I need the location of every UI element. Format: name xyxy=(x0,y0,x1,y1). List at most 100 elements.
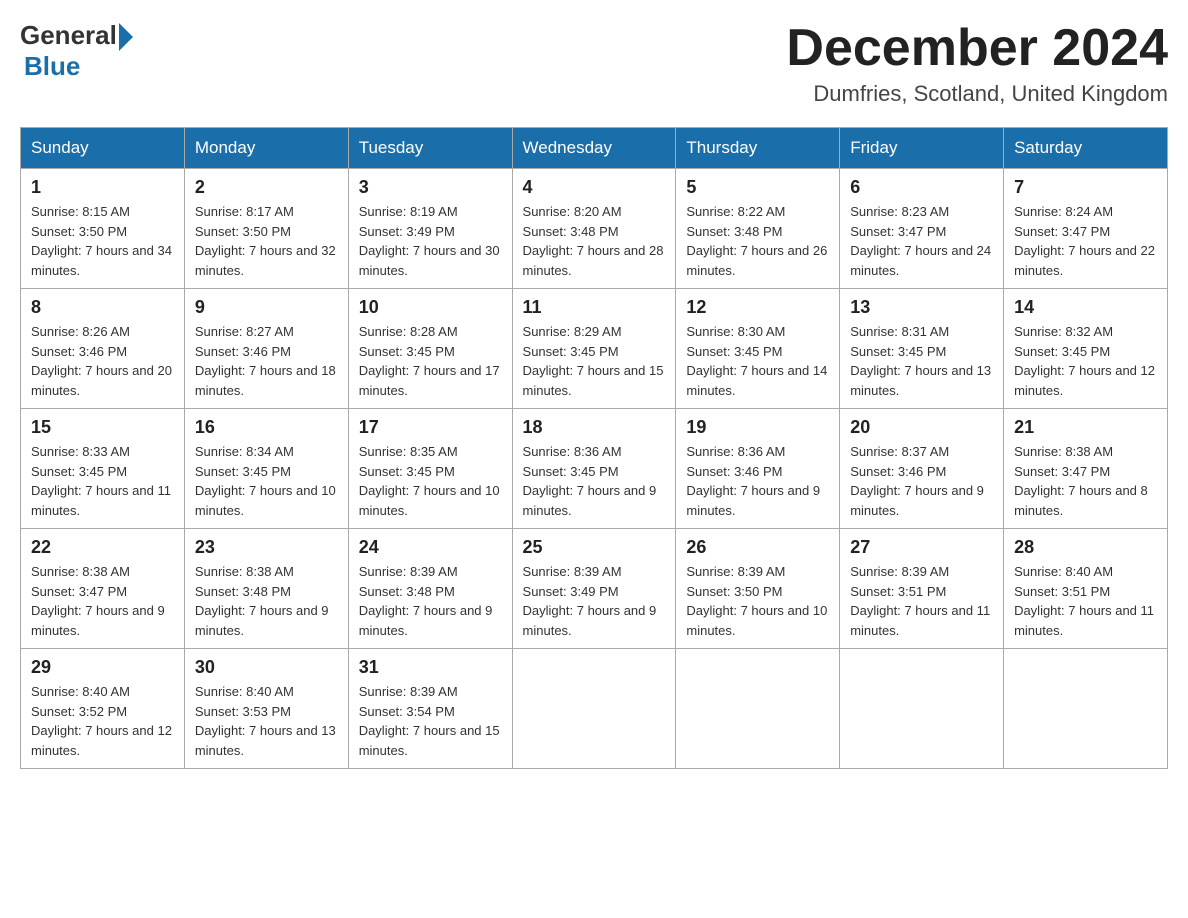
day-info: Sunrise: 8:33 AM Sunset: 3:45 PM Dayligh… xyxy=(31,442,174,520)
day-info: Sunrise: 8:39 AM Sunset: 3:50 PM Dayligh… xyxy=(686,562,829,640)
day-number: 19 xyxy=(686,417,829,438)
calendar-cell: 31 Sunrise: 8:39 AM Sunset: 3:54 PM Dayl… xyxy=(348,649,512,769)
calendar-cell: 10 Sunrise: 8:28 AM Sunset: 3:45 PM Dayl… xyxy=(348,289,512,409)
day-info: Sunrise: 8:38 AM Sunset: 3:48 PM Dayligh… xyxy=(195,562,338,640)
day-info: Sunrise: 8:23 AM Sunset: 3:47 PM Dayligh… xyxy=(850,202,993,280)
day-number: 6 xyxy=(850,177,993,198)
calendar-cell: 20 Sunrise: 8:37 AM Sunset: 3:46 PM Dayl… xyxy=(840,409,1004,529)
logo-blue-text: Blue xyxy=(24,51,80,82)
calendar-cell: 28 Sunrise: 8:40 AM Sunset: 3:51 PM Dayl… xyxy=(1004,529,1168,649)
calendar-cell: 23 Sunrise: 8:38 AM Sunset: 3:48 PM Dayl… xyxy=(184,529,348,649)
calendar-week-2: 8 Sunrise: 8:26 AM Sunset: 3:46 PM Dayli… xyxy=(21,289,1168,409)
calendar-header-tuesday: Tuesday xyxy=(348,128,512,169)
day-number: 14 xyxy=(1014,297,1157,318)
calendar-cell: 24 Sunrise: 8:39 AM Sunset: 3:48 PM Dayl… xyxy=(348,529,512,649)
day-info: Sunrise: 8:17 AM Sunset: 3:50 PM Dayligh… xyxy=(195,202,338,280)
calendar-cell: 5 Sunrise: 8:22 AM Sunset: 3:48 PM Dayli… xyxy=(676,169,840,289)
day-number: 7 xyxy=(1014,177,1157,198)
day-number: 27 xyxy=(850,537,993,558)
month-title: December 2024 xyxy=(786,20,1168,77)
calendar-cell: 26 Sunrise: 8:39 AM Sunset: 3:50 PM Dayl… xyxy=(676,529,840,649)
calendar-cell: 12 Sunrise: 8:30 AM Sunset: 3:45 PM Dayl… xyxy=(676,289,840,409)
day-info: Sunrise: 8:28 AM Sunset: 3:45 PM Dayligh… xyxy=(359,322,502,400)
calendar-cell: 18 Sunrise: 8:36 AM Sunset: 3:45 PM Dayl… xyxy=(512,409,676,529)
calendar-cell: 29 Sunrise: 8:40 AM Sunset: 3:52 PM Dayl… xyxy=(21,649,185,769)
day-number: 18 xyxy=(523,417,666,438)
day-info: Sunrise: 8:38 AM Sunset: 3:47 PM Dayligh… xyxy=(31,562,174,640)
day-number: 11 xyxy=(523,297,666,318)
logo: General Blue xyxy=(20,20,133,82)
calendar-cell: 13 Sunrise: 8:31 AM Sunset: 3:45 PM Dayl… xyxy=(840,289,1004,409)
day-info: Sunrise: 8:26 AM Sunset: 3:46 PM Dayligh… xyxy=(31,322,174,400)
day-info: Sunrise: 8:34 AM Sunset: 3:45 PM Dayligh… xyxy=(195,442,338,520)
day-number: 20 xyxy=(850,417,993,438)
day-number: 10 xyxy=(359,297,502,318)
day-number: 15 xyxy=(31,417,174,438)
logo-arrow-icon xyxy=(119,23,133,51)
day-info: Sunrise: 8:24 AM Sunset: 3:47 PM Dayligh… xyxy=(1014,202,1157,280)
logo-general-text: General xyxy=(20,20,117,51)
calendar-cell: 14 Sunrise: 8:32 AM Sunset: 3:45 PM Dayl… xyxy=(1004,289,1168,409)
location-text: Dumfries, Scotland, United Kingdom xyxy=(786,81,1168,107)
day-number: 24 xyxy=(359,537,502,558)
calendar-header-thursday: Thursday xyxy=(676,128,840,169)
calendar-cell: 2 Sunrise: 8:17 AM Sunset: 3:50 PM Dayli… xyxy=(184,169,348,289)
calendar-header-monday: Monday xyxy=(184,128,348,169)
day-number: 28 xyxy=(1014,537,1157,558)
calendar-cell: 17 Sunrise: 8:35 AM Sunset: 3:45 PM Dayl… xyxy=(348,409,512,529)
day-info: Sunrise: 8:36 AM Sunset: 3:46 PM Dayligh… xyxy=(686,442,829,520)
calendar-week-3: 15 Sunrise: 8:33 AM Sunset: 3:45 PM Dayl… xyxy=(21,409,1168,529)
day-info: Sunrise: 8:39 AM Sunset: 3:49 PM Dayligh… xyxy=(523,562,666,640)
calendar-cell: 6 Sunrise: 8:23 AM Sunset: 3:47 PM Dayli… xyxy=(840,169,1004,289)
calendar-cell: 27 Sunrise: 8:39 AM Sunset: 3:51 PM Dayl… xyxy=(840,529,1004,649)
calendar-header-row: SundayMondayTuesdayWednesdayThursdayFrid… xyxy=(21,128,1168,169)
day-number: 3 xyxy=(359,177,502,198)
day-info: Sunrise: 8:38 AM Sunset: 3:47 PM Dayligh… xyxy=(1014,442,1157,520)
calendar-header-wednesday: Wednesday xyxy=(512,128,676,169)
calendar-cell xyxy=(840,649,1004,769)
day-number: 16 xyxy=(195,417,338,438)
day-info: Sunrise: 8:32 AM Sunset: 3:45 PM Dayligh… xyxy=(1014,322,1157,400)
calendar-table: SundayMondayTuesdayWednesdayThursdayFrid… xyxy=(20,127,1168,769)
title-section: December 2024 Dumfries, Scotland, United… xyxy=(786,20,1168,107)
calendar-cell: 7 Sunrise: 8:24 AM Sunset: 3:47 PM Dayli… xyxy=(1004,169,1168,289)
calendar-cell: 25 Sunrise: 8:39 AM Sunset: 3:49 PM Dayl… xyxy=(512,529,676,649)
calendar-week-4: 22 Sunrise: 8:38 AM Sunset: 3:47 PM Dayl… xyxy=(21,529,1168,649)
day-info: Sunrise: 8:29 AM Sunset: 3:45 PM Dayligh… xyxy=(523,322,666,400)
day-number: 8 xyxy=(31,297,174,318)
day-info: Sunrise: 8:15 AM Sunset: 3:50 PM Dayligh… xyxy=(31,202,174,280)
day-number: 13 xyxy=(850,297,993,318)
day-number: 1 xyxy=(31,177,174,198)
day-info: Sunrise: 8:31 AM Sunset: 3:45 PM Dayligh… xyxy=(850,322,993,400)
day-info: Sunrise: 8:20 AM Sunset: 3:48 PM Dayligh… xyxy=(523,202,666,280)
calendar-header-sunday: Sunday xyxy=(21,128,185,169)
day-info: Sunrise: 8:39 AM Sunset: 3:48 PM Dayligh… xyxy=(359,562,502,640)
day-number: 29 xyxy=(31,657,174,678)
day-info: Sunrise: 8:22 AM Sunset: 3:48 PM Dayligh… xyxy=(686,202,829,280)
calendar-cell: 4 Sunrise: 8:20 AM Sunset: 3:48 PM Dayli… xyxy=(512,169,676,289)
day-number: 23 xyxy=(195,537,338,558)
day-number: 4 xyxy=(523,177,666,198)
day-number: 30 xyxy=(195,657,338,678)
page-header: General Blue December 2024 Dumfries, Sco… xyxy=(20,20,1168,107)
day-info: Sunrise: 8:30 AM Sunset: 3:45 PM Dayligh… xyxy=(686,322,829,400)
calendar-week-5: 29 Sunrise: 8:40 AM Sunset: 3:52 PM Dayl… xyxy=(21,649,1168,769)
day-info: Sunrise: 8:35 AM Sunset: 3:45 PM Dayligh… xyxy=(359,442,502,520)
day-number: 17 xyxy=(359,417,502,438)
calendar-cell xyxy=(512,649,676,769)
day-info: Sunrise: 8:36 AM Sunset: 3:45 PM Dayligh… xyxy=(523,442,666,520)
calendar-cell: 9 Sunrise: 8:27 AM Sunset: 3:46 PM Dayli… xyxy=(184,289,348,409)
day-number: 26 xyxy=(686,537,829,558)
day-info: Sunrise: 8:40 AM Sunset: 3:52 PM Dayligh… xyxy=(31,682,174,760)
day-info: Sunrise: 8:39 AM Sunset: 3:54 PM Dayligh… xyxy=(359,682,502,760)
calendar-week-1: 1 Sunrise: 8:15 AM Sunset: 3:50 PM Dayli… xyxy=(21,169,1168,289)
calendar-cell: 30 Sunrise: 8:40 AM Sunset: 3:53 PM Dayl… xyxy=(184,649,348,769)
day-number: 12 xyxy=(686,297,829,318)
day-info: Sunrise: 8:19 AM Sunset: 3:49 PM Dayligh… xyxy=(359,202,502,280)
calendar-header-friday: Friday xyxy=(840,128,1004,169)
calendar-cell: 1 Sunrise: 8:15 AM Sunset: 3:50 PM Dayli… xyxy=(21,169,185,289)
calendar-cell: 22 Sunrise: 8:38 AM Sunset: 3:47 PM Dayl… xyxy=(21,529,185,649)
calendar-cell: 3 Sunrise: 8:19 AM Sunset: 3:49 PM Dayli… xyxy=(348,169,512,289)
day-number: 5 xyxy=(686,177,829,198)
calendar-header-saturday: Saturday xyxy=(1004,128,1168,169)
